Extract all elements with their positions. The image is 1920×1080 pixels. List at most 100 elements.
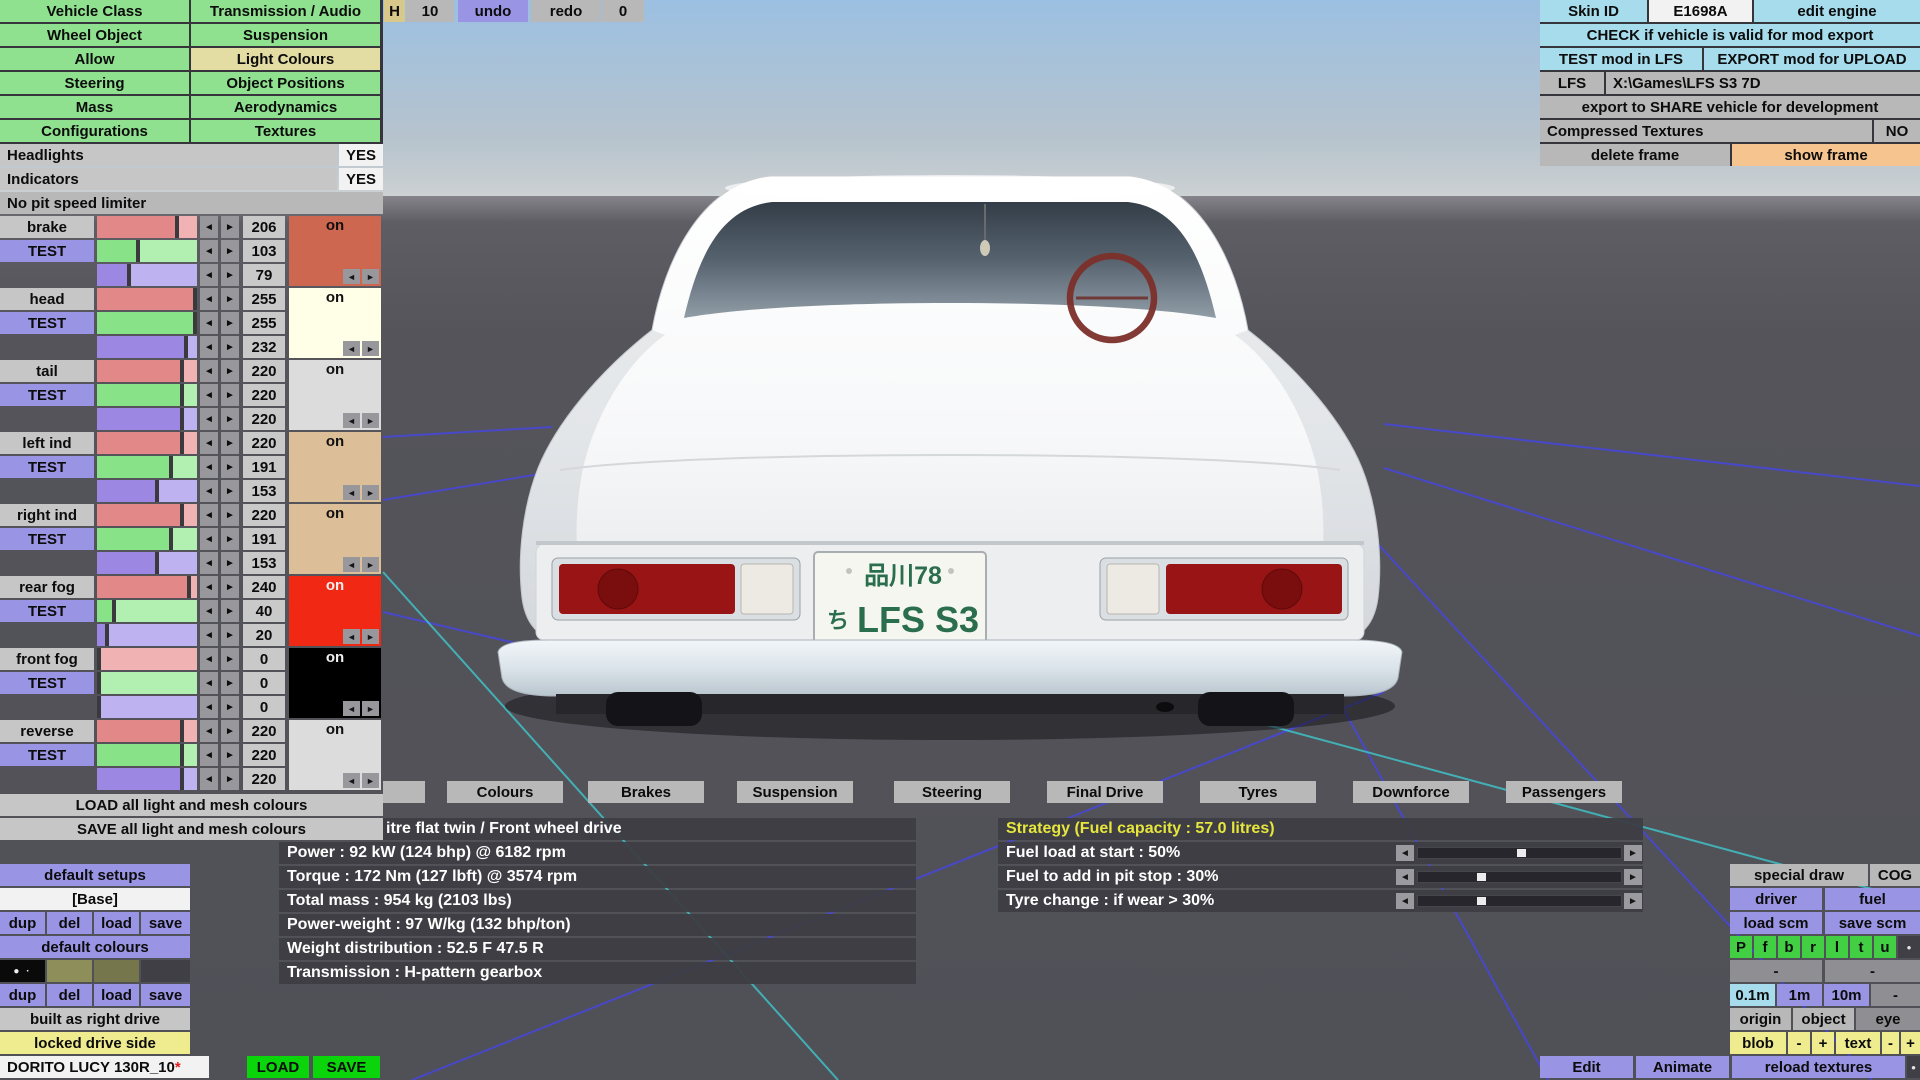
light-rear-fog-g-decrease[interactable]: ◄ bbox=[200, 600, 218, 622]
origin-button[interactable]: origin bbox=[1730, 1008, 1791, 1030]
light-right-ind-b-increase[interactable]: ► bbox=[221, 552, 239, 574]
light-reverse-r-decrease[interactable]: ◄ bbox=[200, 720, 218, 742]
light-rear-fog-slider-b[interactable] bbox=[97, 624, 197, 646]
vehicle-load-button[interactable]: LOAD bbox=[247, 1056, 309, 1078]
light-reverse-next-button[interactable]: ► bbox=[362, 773, 379, 788]
cog-button[interactable]: COG bbox=[1870, 864, 1920, 886]
draw-flag-b[interactable]: b bbox=[1778, 936, 1800, 958]
menu-aerodynamics[interactable]: Aerodynamics bbox=[191, 96, 380, 118]
strategy-tyre-change-slider[interactable] bbox=[1417, 895, 1622, 907]
strategy-fuel-load-at-start-decrease[interactable]: ◄ bbox=[1396, 845, 1414, 861]
light-left-ind-g-decrease[interactable]: ◄ bbox=[200, 456, 218, 478]
light-rear-fog-b-decrease[interactable]: ◄ bbox=[200, 624, 218, 646]
light-brake-r-increase[interactable]: ► bbox=[221, 216, 239, 238]
light-right-ind-test-button[interactable]: TEST bbox=[0, 528, 94, 550]
lfs-path[interactable]: X:\Games\LFS S3 7D bbox=[1606, 72, 1920, 94]
light-rear-fog-r-increase[interactable]: ► bbox=[221, 576, 239, 598]
fuel-button[interactable]: fuel bbox=[1825, 888, 1920, 910]
menu-light-colours[interactable]: Light Colours bbox=[191, 48, 380, 70]
light-head-next-button[interactable]: ► bbox=[362, 341, 379, 356]
built-right-drive-button[interactable]: built as right drive bbox=[0, 1008, 190, 1030]
light-front-fog-prev-button[interactable]: ◄ bbox=[343, 701, 360, 716]
compressed-textures-label[interactable]: Compressed Textures bbox=[1540, 120, 1872, 142]
light-right-ind-prev-button[interactable]: ◄ bbox=[343, 557, 360, 572]
light-right-ind-b-decrease[interactable]: ◄ bbox=[200, 552, 218, 574]
edit-mode-button[interactable]: Edit bbox=[1540, 1056, 1633, 1078]
edit-engine-button[interactable]: edit engine bbox=[1754, 0, 1920, 22]
light-left-ind-b-decrease[interactable]: ◄ bbox=[200, 480, 218, 502]
menu-transmission-audio[interactable]: Transmission / Audio bbox=[191, 0, 380, 22]
save-scm-button[interactable]: save scm bbox=[1825, 912, 1920, 934]
grid-size-dash[interactable]: - bbox=[1871, 984, 1920, 1006]
show-frame-button[interactable]: show frame bbox=[1732, 144, 1920, 166]
light-front-fog-r-increase[interactable]: ► bbox=[221, 648, 239, 670]
menu-allow[interactable]: Allow bbox=[0, 48, 189, 70]
light-brake-g-increase[interactable]: ► bbox=[221, 240, 239, 262]
strategy-fuel-to-add-in-pit-stop-increase[interactable]: ► bbox=[1624, 869, 1642, 885]
menu-mass[interactable]: Mass bbox=[0, 96, 189, 118]
file-row-1-del-button[interactable]: del bbox=[47, 912, 92, 934]
default-setups-button[interactable]: default setups bbox=[0, 864, 190, 886]
light-right-ind-swatch[interactable]: on◄► bbox=[289, 504, 381, 574]
undo-button[interactable]: undo bbox=[458, 0, 528, 22]
grid-size-0-1m[interactable]: 0.1m bbox=[1730, 984, 1775, 1006]
text-plus-button[interactable]: + bbox=[1901, 1032, 1920, 1054]
draw-flag-f[interactable]: f bbox=[1754, 936, 1776, 958]
blob-button[interactable]: blob bbox=[1730, 1032, 1786, 1054]
light-brake-next-button[interactable]: ► bbox=[362, 269, 379, 284]
light-front-fog-r-decrease[interactable]: ◄ bbox=[200, 648, 218, 670]
blob-plus-button[interactable]: + bbox=[1812, 1032, 1834, 1054]
light-rear-fog-next-button[interactable]: ► bbox=[362, 629, 379, 644]
light-right-ind-g-decrease[interactable]: ◄ bbox=[200, 528, 218, 550]
menu-suspension[interactable]: Suspension bbox=[191, 24, 380, 46]
special-draw-button[interactable]: special draw bbox=[1730, 864, 1868, 886]
strategy-tyre-change-increase[interactable]: ► bbox=[1624, 893, 1642, 909]
file-row-2-dup-button[interactable]: dup bbox=[0, 984, 45, 1006]
dash-button-2[interactable]: - bbox=[1825, 960, 1920, 982]
light-right-ind-slider-b[interactable] bbox=[97, 552, 197, 574]
light-rear-fog-slider-g[interactable] bbox=[97, 600, 197, 622]
draw-flag-t[interactable]: t bbox=[1850, 936, 1872, 958]
light-right-ind-r-decrease[interactable]: ◄ bbox=[200, 504, 218, 526]
light-tail-next-button[interactable]: ► bbox=[362, 413, 379, 428]
light-left-ind-r-increase[interactable]: ► bbox=[221, 432, 239, 454]
menu-object-positions[interactable]: Object Positions bbox=[191, 72, 380, 94]
light-rear-fog-g-increase[interactable]: ► bbox=[221, 600, 239, 622]
locked-drive-side-button[interactable]: locked drive side bbox=[0, 1032, 190, 1054]
delete-frame-button[interactable]: delete frame bbox=[1540, 144, 1730, 166]
palette-current[interactable]: ● · bbox=[0, 960, 45, 982]
light-tail-r-increase[interactable]: ► bbox=[221, 360, 239, 382]
light-brake-prev-button[interactable]: ◄ bbox=[343, 269, 360, 284]
dash-button-1[interactable]: - bbox=[1730, 960, 1822, 982]
light-tail-g-increase[interactable]: ► bbox=[221, 384, 239, 406]
light-front-fog-next-button[interactable]: ► bbox=[362, 701, 379, 716]
light-right-ind-next-button[interactable]: ► bbox=[362, 557, 379, 572]
light-left-ind-b-increase[interactable]: ► bbox=[221, 480, 239, 502]
light-right-ind-slider-g[interactable] bbox=[97, 528, 197, 550]
text-minus-button[interactable]: - bbox=[1882, 1032, 1899, 1054]
light-tail-slider-r[interactable] bbox=[97, 360, 197, 382]
tab-colours[interactable]: Colours bbox=[447, 781, 563, 803]
eye-button[interactable]: eye bbox=[1856, 1008, 1920, 1030]
light-tail-b-increase[interactable]: ► bbox=[221, 408, 239, 430]
light-brake-test-button[interactable]: TEST bbox=[0, 240, 94, 262]
light-reverse-slider-g[interactable] bbox=[97, 744, 197, 766]
skin-id-button[interactable]: Skin ID bbox=[1540, 0, 1647, 22]
light-head-r-decrease[interactable]: ◄ bbox=[200, 288, 218, 310]
light-rear-fog-test-button[interactable]: TEST bbox=[0, 600, 94, 622]
light-reverse-prev-button[interactable]: ◄ bbox=[343, 773, 360, 788]
light-left-ind-g-increase[interactable]: ► bbox=[221, 456, 239, 478]
default-colours-button[interactable]: default colours bbox=[0, 936, 190, 958]
light-head-b-decrease[interactable]: ◄ bbox=[200, 336, 218, 358]
light-reverse-b-increase[interactable]: ► bbox=[221, 768, 239, 790]
compressed-textures-toggle[interactable]: NO bbox=[1874, 120, 1920, 142]
draw-flag-r[interactable]: r bbox=[1802, 936, 1824, 958]
light-tail-swatch[interactable]: on◄► bbox=[289, 360, 381, 430]
light-rear-fog-r-decrease[interactable]: ◄ bbox=[200, 576, 218, 598]
light-head-slider-r[interactable] bbox=[97, 288, 197, 310]
tab-passengers[interactable]: Passengers bbox=[1506, 781, 1622, 803]
draw-flag-l[interactable]: l bbox=[1826, 936, 1848, 958]
file-row-1-load-button[interactable]: load bbox=[94, 912, 139, 934]
file-row-1-dup-button[interactable]: dup bbox=[0, 912, 45, 934]
light-right-ind-g-increase[interactable]: ► bbox=[221, 528, 239, 550]
